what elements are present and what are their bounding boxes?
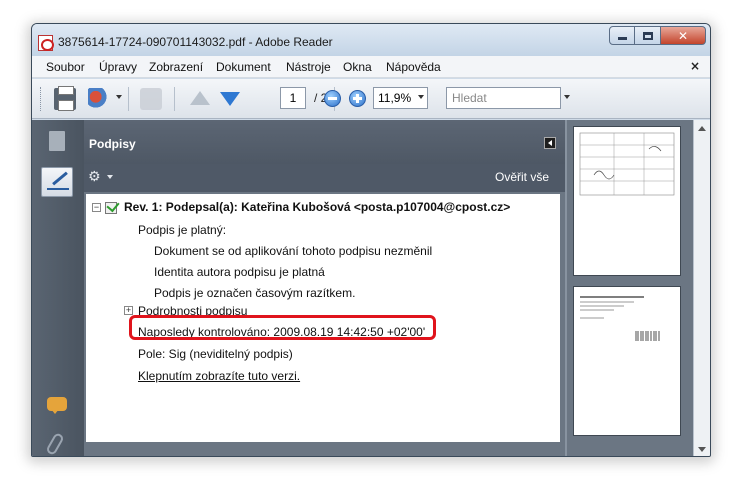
gear-icon[interactable]: ⚙ xyxy=(88,169,101,185)
page-thumbnail-1[interactable] xyxy=(573,126,681,276)
signature-header[interactable]: Rev. 1: Podepsal(a): Kateřina Kubošová <… xyxy=(124,200,510,214)
zoom-dropdown-icon[interactable] xyxy=(418,95,424,99)
menu-napoveda[interactable]: Nápověda xyxy=(386,60,441,74)
signature-validity[interactable]: Podpis je platný: xyxy=(138,223,226,237)
menu-soubor[interactable]: Soubor xyxy=(46,60,85,74)
page-2-content xyxy=(580,296,660,341)
panel-title: Podpisy xyxy=(89,137,136,151)
menu-upravy[interactable]: Úpravy xyxy=(99,60,137,74)
signature-icon xyxy=(47,175,69,190)
collaborate-dropdown-icon[interactable] xyxy=(116,95,122,99)
signatures-panel: Podpisy ⚙ Ověřit vše − Rev. 1: Podepsal(… xyxy=(84,120,565,456)
pages-icon xyxy=(49,128,66,151)
attachments-button[interactable] xyxy=(41,430,73,456)
collapse-signature-icon[interactable]: − xyxy=(92,203,101,212)
document-view xyxy=(567,120,710,456)
page-1-content xyxy=(579,132,675,196)
vertical-scrollbar[interactable] xyxy=(693,120,710,456)
collaborate-icon[interactable] xyxy=(88,88,110,110)
minimize-icon xyxy=(617,37,627,40)
highlight-annotation xyxy=(129,315,436,340)
options-dropdown-icon[interactable] xyxy=(107,175,113,179)
panel-options-bar: ⚙ Ověřit vše xyxy=(84,164,565,192)
title-bar[interactable]: 3875614-17724-090701143032.pdf - Adobe R… xyxy=(32,24,710,56)
signatures-button[interactable] xyxy=(41,167,73,197)
navigation-rail xyxy=(32,120,84,456)
menu-bar: Soubor Úpravy Zobrazení Dokument Nástroj… xyxy=(32,56,710,78)
comments-icon xyxy=(47,397,67,414)
signature-tree: − Rev. 1: Podepsal(a): Kateřina Kubošová… xyxy=(86,194,560,442)
collapse-panel-icon[interactable] xyxy=(544,137,556,149)
page-number-input[interactable]: 1 xyxy=(280,87,306,109)
view-version-link[interactable]: Klepnutím zobrazíte tuto verzi. xyxy=(138,369,300,383)
attachment-icon xyxy=(45,431,65,456)
document-close-button[interactable]: × xyxy=(690,59,700,73)
previous-page-icon[interactable] xyxy=(190,91,210,105)
window-title: 3875614-17724-090701143032.pdf - Adobe R… xyxy=(58,35,333,49)
close-button[interactable]: ✕ xyxy=(661,26,706,45)
search-input[interactable]: Hledat xyxy=(446,87,561,109)
menu-zobrazeni[interactable]: Zobrazení xyxy=(149,60,203,74)
scroll-down-icon[interactable] xyxy=(698,447,706,452)
menu-okna[interactable]: Okna xyxy=(343,60,372,74)
maximize-icon xyxy=(642,31,653,40)
page-thumbnail-2[interactable] xyxy=(573,286,681,436)
detail-identity[interactable]: Identita autora podpisu je platná xyxy=(154,265,325,279)
adobe-reader-window: 3875614-17724-090701143032.pdf - Adobe R… xyxy=(31,23,711,457)
toolbar-separator xyxy=(128,87,129,111)
menu-dokument[interactable]: Dokument xyxy=(216,60,271,74)
signature-valid-icon xyxy=(105,200,119,214)
toolbar-separator xyxy=(174,87,175,111)
next-page-icon[interactable] xyxy=(220,92,240,106)
caption-buttons: ✕ xyxy=(609,26,706,46)
pdf-icon xyxy=(38,35,54,51)
detail-unchanged[interactable]: Dokument se od aplikování tohoto podpisu… xyxy=(154,244,432,258)
panel-header: Podpisy xyxy=(84,120,565,164)
toolbar: 1 / 2 11,9% Hledat xyxy=(32,79,710,119)
maximize-button[interactable] xyxy=(635,26,661,45)
search-dropdown-icon[interactable] xyxy=(564,95,570,99)
comments-button[interactable] xyxy=(41,392,73,422)
sign-icon[interactable] xyxy=(140,88,162,110)
close-icon: ✕ xyxy=(677,28,689,43)
zoom-out-icon[interactable] xyxy=(324,90,341,107)
toolbar-grip[interactable] xyxy=(40,87,43,111)
expand-details-icon[interactable]: + xyxy=(124,306,133,315)
menu-nastroje[interactable]: Nástroje xyxy=(286,60,331,74)
zoom-in-icon[interactable] xyxy=(349,90,366,107)
signature-field[interactable]: Pole: Sig (neviditelný podpis) xyxy=(138,347,293,361)
scroll-up-icon[interactable] xyxy=(698,126,706,131)
minimize-button[interactable] xyxy=(609,26,635,45)
verify-all-button[interactable]: Ověřit vše xyxy=(495,170,549,184)
pages-button[interactable] xyxy=(41,126,73,156)
printer-icon[interactable] xyxy=(54,86,76,111)
detail-timestamp[interactable]: Podpis je označen časovým razítkem. xyxy=(154,286,355,300)
